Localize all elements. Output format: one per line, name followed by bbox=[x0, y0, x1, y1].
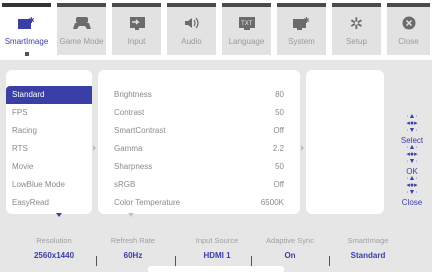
tab-close[interactable]: Close bbox=[387, 3, 430, 55]
status-key: SmartImage bbox=[347, 236, 389, 245]
tab-label: SmartImage bbox=[4, 37, 49, 46]
tab-system[interactable]: ✱ System bbox=[277, 3, 326, 55]
setting-brightness[interactable]: Brightness 80 bbox=[98, 86, 300, 104]
tab-label: Audio bbox=[181, 37, 202, 46]
tab-label: Close bbox=[398, 37, 419, 46]
gamepad-icon bbox=[72, 12, 92, 34]
preset-standard[interactable]: Standard bbox=[6, 86, 92, 104]
status-key: Resolution bbox=[36, 236, 72, 245]
setting-value: 6500K bbox=[260, 198, 284, 207]
settings-list: Brightness 80 Contrast 50 SmartContrast … bbox=[98, 70, 300, 217]
tab-label: Game Mode bbox=[59, 37, 104, 46]
divider bbox=[175, 256, 176, 266]
svg-text:✱: ✱ bbox=[303, 16, 310, 25]
status-smartimage: SmartImage Standard bbox=[331, 236, 405, 266]
setting-name: SmartContrast bbox=[114, 126, 166, 135]
setting-gamma[interactable]: Gamma 2.2 bbox=[98, 140, 300, 158]
bottom-notch bbox=[148, 266, 284, 272]
setting-name: Sharpness bbox=[114, 162, 153, 171]
speaker-icon bbox=[182, 12, 202, 34]
smartimage-icon: ✱ bbox=[17, 12, 37, 34]
close-icon bbox=[401, 12, 417, 34]
hint-close: ·▲· ◂●▸ ·▼· Close bbox=[394, 175, 430, 207]
setting-name: sRGB bbox=[114, 180, 136, 189]
hint-ok: ·▲· ◂●▸ ·▼· OK bbox=[394, 144, 430, 176]
preset-easyread[interactable]: EasyRead bbox=[6, 194, 92, 212]
preset-list: Standard FPS Racing RTS Movie LowBlue Mo… bbox=[6, 70, 92, 217]
hint-label: Close bbox=[401, 198, 423, 207]
preset-racing[interactable]: Racing bbox=[6, 122, 92, 140]
setting-name: Contrast bbox=[114, 108, 145, 117]
setting-name: Gamma bbox=[114, 144, 143, 153]
tab-label: Language bbox=[228, 37, 265, 46]
divider bbox=[329, 256, 330, 266]
gear-icon: ✲ bbox=[349, 13, 364, 33]
setting-value: 50 bbox=[275, 108, 284, 117]
status-value: Standard bbox=[350, 251, 386, 260]
tab-smartimage[interactable]: ✱ SmartImage bbox=[2, 3, 51, 56]
tab-label: Setup bbox=[346, 37, 367, 46]
setting-sharpness[interactable]: Sharpness 50 bbox=[98, 158, 300, 176]
status-value: 2560x1440 bbox=[33, 251, 75, 260]
status-refresh-rate: Refresh Rate 60Hz bbox=[98, 236, 168, 266]
joystick-right-icon: ·▲· ◂●▸ ·▼· bbox=[406, 144, 418, 165]
setting-srgb[interactable]: sRGB Off bbox=[98, 176, 300, 194]
divider bbox=[96, 256, 97, 266]
preset-rts[interactable]: RTS bbox=[6, 140, 92, 158]
setting-color-temperature[interactable]: Color Temperature 6500K bbox=[98, 194, 300, 212]
scroll-down-icon[interactable] bbox=[56, 213, 62, 217]
chevron-right-icon bbox=[301, 145, 304, 151]
setting-name: Color Temperature bbox=[114, 198, 181, 207]
status-key: Refresh Rate bbox=[110, 236, 156, 245]
hint-select: ·▲· ◂●▸ ·▼· Select bbox=[394, 113, 430, 145]
status-value: On bbox=[284, 251, 296, 260]
joystick-left-icon: ·▲· ◂●▸ ·▼· bbox=[406, 175, 418, 196]
language-txt-icon: TXT bbox=[237, 12, 257, 34]
status-input-source: Input Source HDMI 1 bbox=[177, 236, 257, 266]
setting-value: 80 bbox=[275, 90, 284, 99]
tab-language[interactable]: TXT Language bbox=[222, 3, 271, 55]
osd-tab-bar: ✱ SmartImage Game Mode Input Audio TXT L… bbox=[0, 0, 432, 60]
chevron-right-icon bbox=[93, 145, 96, 151]
tab-input[interactable]: Input bbox=[112, 3, 161, 55]
tab-audio[interactable]: Audio bbox=[167, 3, 216, 55]
setting-value: 50 bbox=[275, 162, 284, 171]
monitor-gear-icon: ✱ bbox=[292, 12, 312, 34]
preset-lowblue-mode[interactable]: LowBlue Mode bbox=[6, 176, 92, 194]
preset-movie[interactable]: Movie bbox=[6, 158, 92, 176]
setting-name: Brightness bbox=[114, 90, 152, 99]
status-key: Input Source bbox=[195, 236, 239, 245]
setting-value: Off bbox=[273, 126, 284, 135]
joystick-press-icon: ·▲· ◂●▸ ·▼· bbox=[406, 113, 418, 134]
svg-text:TXT: TXT bbox=[240, 20, 253, 27]
tab-setup[interactable]: ✲ Setup bbox=[332, 3, 381, 55]
divider bbox=[251, 256, 252, 266]
svg-text:✱: ✱ bbox=[28, 16, 35, 25]
preset-fps[interactable]: FPS bbox=[6, 104, 92, 122]
setting-contrast[interactable]: Contrast 50 bbox=[98, 104, 300, 122]
tab-label: Input bbox=[127, 37, 146, 46]
submenu-panel bbox=[306, 70, 384, 214]
status-adaptive-sync: Adaptive Sync On bbox=[253, 236, 327, 266]
setting-smartcontrast[interactable]: SmartContrast Off bbox=[98, 122, 300, 140]
tab-game-mode[interactable]: Game Mode bbox=[57, 3, 106, 55]
status-resolution: Resolution 2560x1440 bbox=[14, 236, 94, 266]
tab-label: System bbox=[288, 37, 315, 46]
status-value: HDMI 1 bbox=[203, 251, 231, 260]
osd-panel: Standard FPS Racing RTS Movie LowBlue Mo… bbox=[0, 60, 432, 272]
scroll-down-icon[interactable] bbox=[128, 213, 134, 217]
input-icon bbox=[127, 12, 147, 34]
active-tab-pointer bbox=[24, 52, 29, 56]
status-value: 60Hz bbox=[123, 251, 143, 260]
setting-value: Off bbox=[273, 180, 284, 189]
status-key: Adaptive Sync bbox=[266, 236, 314, 245]
setting-value: 2.2 bbox=[272, 144, 284, 153]
